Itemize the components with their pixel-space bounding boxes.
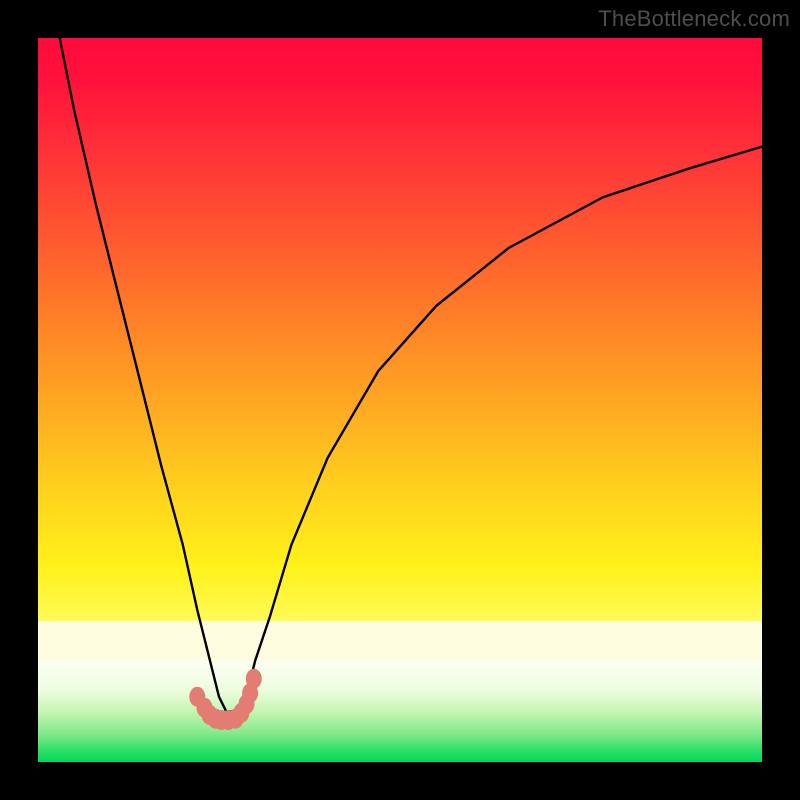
highlight-markers: [189, 669, 261, 730]
marker-dot: [246, 669, 262, 689]
bottleneck-curve: [38, 38, 762, 762]
curve-path: [60, 38, 762, 711]
watermark-text: TheBottleneck.com: [598, 6, 790, 32]
chart-frame: TheBottleneck.com: [0, 0, 800, 800]
plot-area: [38, 38, 762, 762]
